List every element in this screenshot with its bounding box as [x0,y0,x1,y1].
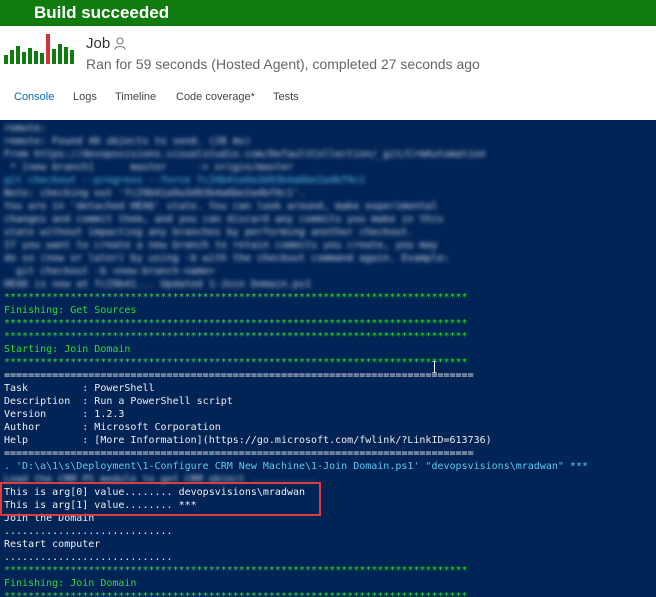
highlight-box [0,482,321,516]
dots-line: ............................ [4,552,173,563]
person-icon [114,37,126,50]
task-info-line: Description : Run a PowerShell script [4,396,233,407]
console-line: remote: [4,123,47,134]
build-history-chart-icon[interactable] [4,32,80,64]
build-status-banner: Build succeeded [0,0,656,26]
console-line: state without impacting any branches by … [4,227,414,238]
separator-line: ****************************************… [4,331,468,342]
console-line: From https://devopsvisions.visualstudio.… [4,149,486,160]
separator-line: ****************************************… [4,565,468,576]
console-line: Note: checking out 'fc29b41a9a3d93b4a6be… [4,188,306,199]
console-line: do so (now or later) by using -b with th… [4,253,450,264]
text-cursor-icon [432,361,437,373]
console-line: git checkout --progress --force fc29b41a… [4,175,366,186]
job-summary: Ran for 59 seconds (Hosted Agent), compl… [86,56,480,72]
task-info-line: Author : Microsoft Corporation [4,422,221,433]
separator-line: ****************************************… [4,591,468,597]
console-line: changes and commit them, and you can dis… [4,214,444,225]
tab-bar: Console Logs Timeline Code coverage* Tes… [0,84,656,114]
console-line: remote: Found 40 objects to send. (28 ms… [4,136,251,147]
console-line: * [new branch] master -> origin/master [4,162,293,173]
finishing-join-domain: Finishing: Join Domain [4,578,137,589]
tab-tests[interactable]: Tests [273,91,299,103]
tab-logs[interactable]: Logs [73,91,97,103]
task-info-line: Version : 1.2.3 [4,409,125,420]
build-status-text: Build succeeded [34,3,170,22]
separator-line: ****************************************… [4,357,468,368]
task-info-line: Help : [More Information](https://go.mic… [4,435,492,446]
separator-line: ****************************************… [4,318,468,329]
console-line: HEAD is now at fc29b41... Updated 1-Join… [4,279,312,290]
tab-timeline[interactable]: Timeline [115,91,156,103]
separator-line: ========================================… [4,448,474,459]
console-line: If you want to create a new branch to re… [4,240,438,251]
finishing-get-sources: Finishing: Get Sources [4,305,137,316]
console-line: You are in 'detached HEAD' state. You ca… [4,201,438,212]
separator-line: ****************************************… [4,292,468,303]
tab-console[interactable]: Console [14,91,54,103]
job-title: Job [86,35,111,52]
restart-line: Restart computer [4,539,101,550]
console-output[interactable]: remote: remote: Found 40 objects to send… [0,120,656,597]
console-line: git checkout -b <new-branch-name> [4,266,215,277]
task-info-line: Task : PowerShell [4,383,155,394]
separator-line: ========================================… [4,370,474,381]
tab-code-coverage[interactable]: Code coverage* [176,91,255,103]
starting-join-domain: Starting: Join Domain [4,344,131,355]
dots-line: ............................ [4,526,173,537]
command-line: . 'D:\a\1\s\Deployment\1-Configure CRM N… [4,461,588,472]
